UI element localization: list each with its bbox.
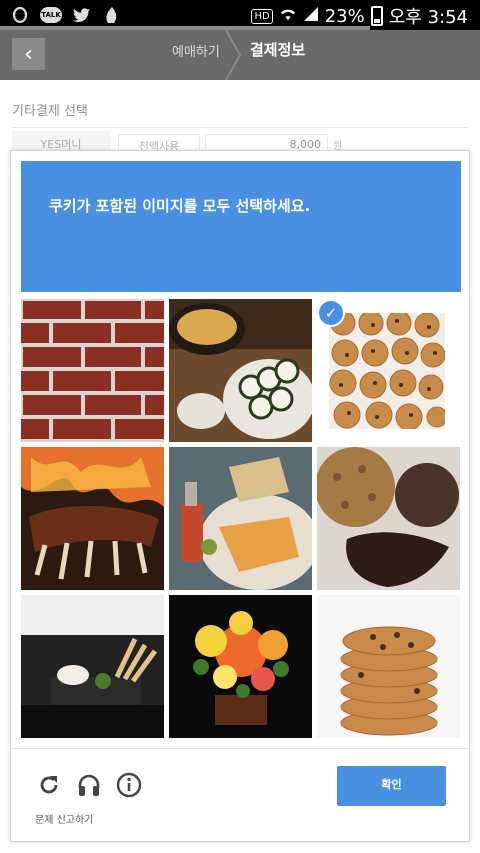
- status-bar: TALK HD 23% 오후 3:54: [0, 0, 480, 30]
- opera-icon: [10, 5, 30, 25]
- hd-badge: HD: [251, 8, 273, 24]
- tile-brick-wall[interactable]: [21, 299, 164, 442]
- food-platter-image: [169, 447, 312, 590]
- tile-cookies-tray[interactable]: [329, 313, 445, 429]
- title-bar: ‹ 예매하기 결제정보: [0, 30, 480, 80]
- tile-oatmeal-chocolate-cookies[interactable]: [317, 447, 460, 590]
- clock: 오후 3:54: [388, 7, 468, 28]
- grilled-ribs-image: [21, 447, 164, 590]
- appetizer-image: [21, 595, 164, 738]
- captcha-prompt: 쿠키가 포함된 이미지를 모두 선택하세요.: [49, 197, 311, 215]
- wifi-icon: [279, 6, 297, 27]
- flowers-image: [169, 595, 312, 738]
- back-button[interactable]: ‹: [12, 38, 45, 70]
- signal-icon: [303, 6, 319, 27]
- battery-percent: 23%: [324, 5, 365, 27]
- report-problem-link[interactable]: 문제 신고하기: [35, 811, 93, 826]
- leaf-icon: [102, 5, 122, 25]
- step-booking: 예매하기: [172, 45, 220, 60]
- tile-grilled-ribs[interactable]: [21, 447, 164, 590]
- step-payment-info: 결제정보: [250, 41, 306, 59]
- recaptcha-dialog: 쿠키가 포함된 이미지를 모두 선택하세요. ✓ 문제 신고하기 확인: [10, 150, 470, 842]
- tile-flower-arrangement[interactable]: [169, 595, 312, 738]
- tile-food-platter[interactable]: [169, 447, 312, 590]
- tile-cookie-stack[interactable]: [317, 595, 460, 738]
- tile-appetizer-plate[interactable]: [21, 595, 164, 738]
- brick-wall-image: [21, 299, 164, 442]
- verify-button[interactable]: 확인: [337, 766, 446, 806]
- audio-icon[interactable]: [75, 771, 103, 799]
- kakaotalk-icon: TALK: [40, 7, 62, 23]
- cookies-tray-image: [329, 313, 445, 429]
- captcha-header: 쿠키가 포함된 이미지를 모두 선택하세요.: [21, 161, 461, 292]
- cookie-stack-image: [317, 595, 460, 738]
- selected-check-icon: ✓: [317, 299, 345, 327]
- info-icon[interactable]: [115, 771, 143, 799]
- footer-divider: [11, 748, 469, 749]
- step-chevron-icon: [225, 30, 242, 80]
- twitter-icon: [72, 5, 92, 25]
- reload-icon[interactable]: [35, 771, 63, 799]
- miso-sushi-image: [169, 299, 312, 442]
- battery-icon: [370, 6, 383, 26]
- oatmeal-cookies-image: [317, 447, 460, 590]
- tile-miso-soup-sushi[interactable]: [169, 299, 312, 442]
